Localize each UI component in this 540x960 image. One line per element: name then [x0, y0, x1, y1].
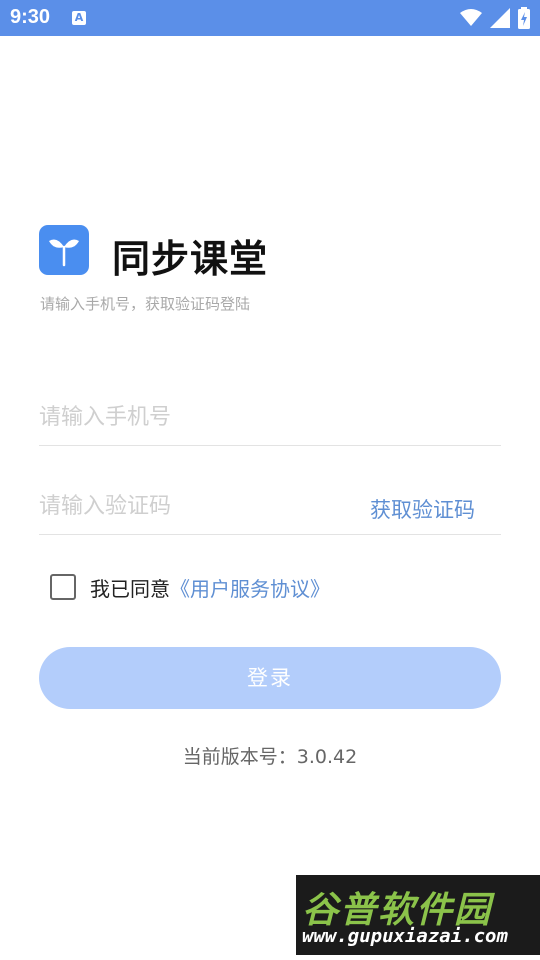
agree-label: 我已同意	[90, 576, 170, 601]
agree-checkbox[interactable]	[50, 574, 76, 600]
phone-field-row	[39, 385, 501, 446]
battery-charging-icon	[518, 7, 530, 29]
app-title: 同步课堂	[112, 237, 269, 281]
sprout-icon	[49, 239, 79, 267]
user-agreement-link[interactable]: 《用户服务协议》	[170, 573, 330, 602]
watermark-logo: 谷普软件园 www.gupuxiazai.com	[296, 875, 540, 955]
status-time: 9:30	[10, 6, 51, 28]
phone-input[interactable]	[39, 399, 339, 435]
watermark-url: www.gupuxiazai.com	[302, 925, 508, 947]
version-text: 当前版本号：3.0.42	[182, 746, 358, 768]
notification-icon: A	[72, 11, 86, 25]
agreement-row: 我已同意 《用户服务协议》	[50, 572, 330, 602]
login-hint: 请输入手机号，获取验证码登陆	[40, 295, 251, 313]
verification-code-input[interactable]	[39, 488, 339, 524]
signal-icon	[490, 8, 510, 28]
wifi-icon	[460, 9, 482, 26]
get-code-button[interactable]: 获取验证码	[370, 494, 475, 524]
status-bar: 9:30 A	[0, 0, 540, 36]
code-field-row: 获取验证码	[39, 474, 501, 535]
login-button[interactable]: 登录	[39, 647, 501, 709]
app-logo	[39, 225, 89, 275]
